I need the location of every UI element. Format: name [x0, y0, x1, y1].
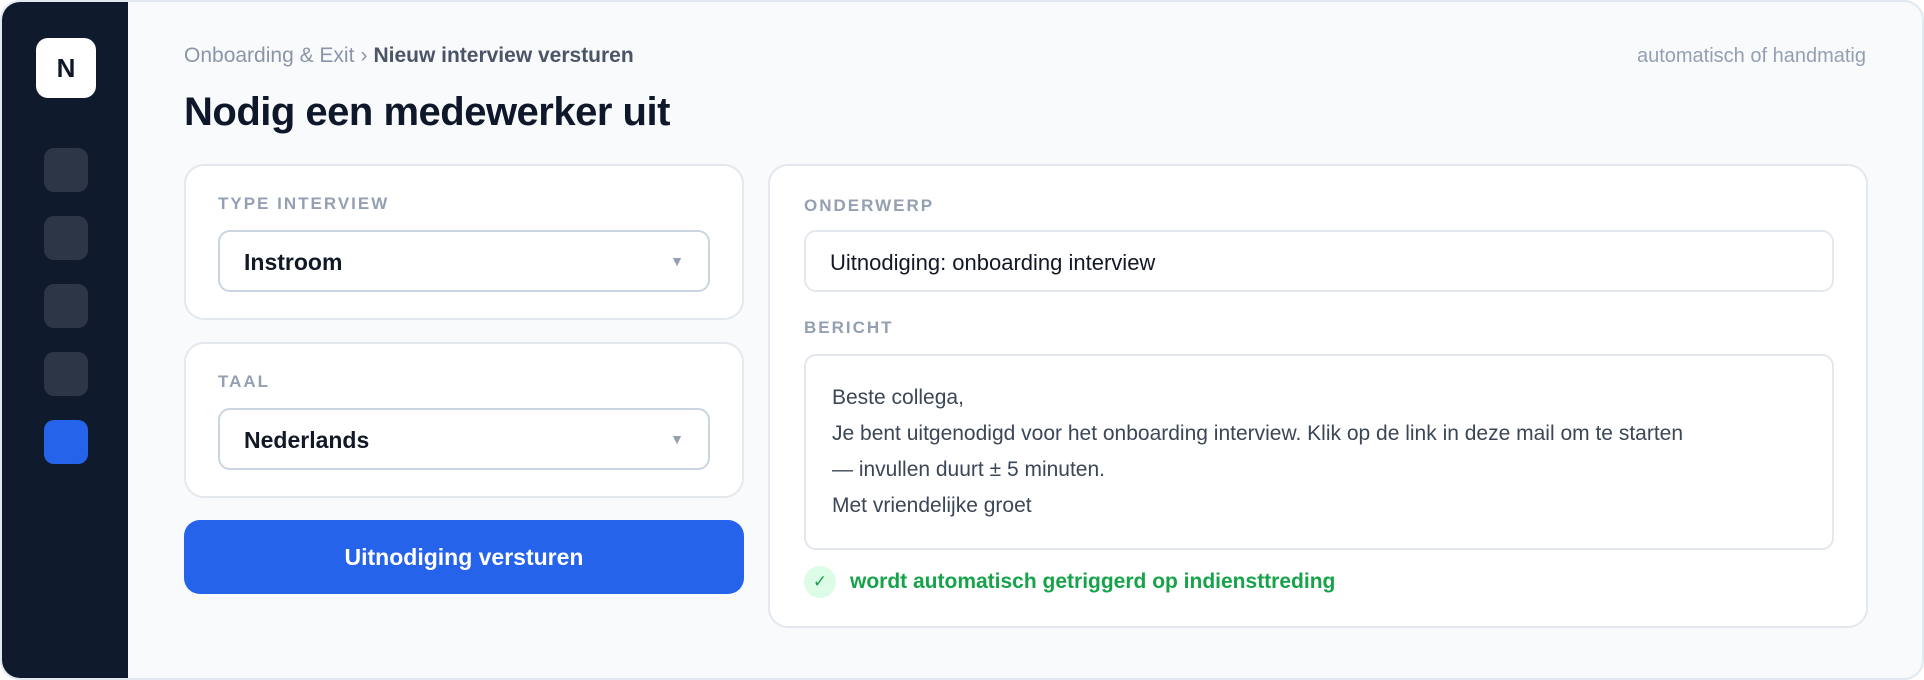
- message-body-textarea[interactable]: Beste collega, Je bent uitgenodigd voor …: [804, 354, 1834, 550]
- breadcrumb-parent[interactable]: Onboarding & Exit: [184, 44, 354, 67]
- sidebar-item-active[interactable]: [44, 420, 88, 464]
- breadcrumb: Onboarding & Exit › Nieuw interview verstu…: [184, 44, 634, 68]
- status-text: wordt automatisch getriggerd op indienst…: [850, 570, 1336, 593]
- breadcrumb-separator: ›: [360, 44, 368, 67]
- subject-input[interactable]: Uitnodiging: onboarding interview: [804, 230, 1834, 292]
- page-title: Nodig een medewerker uit: [184, 90, 670, 134]
- chevron-down-icon: ▼: [670, 431, 684, 447]
- message-card: Onderwerp Uitnodiging: onboarding interv…: [768, 164, 1868, 628]
- language-card: Taal Nederlands ▼: [184, 342, 744, 498]
- sidebar: N: [2, 2, 128, 678]
- body-line: Je bent uitgenodigd voor het onboarding …: [832, 422, 1684, 445]
- sidebar-item-4[interactable]: [44, 352, 88, 396]
- body-line: Met vriendelijke groet: [832, 494, 1032, 517]
- body-line: Beste collega,: [832, 386, 964, 409]
- interview-type-value: Instroom: [244, 249, 343, 275]
- language-value: Nederlands: [244, 427, 370, 453]
- check-icon: ✓: [804, 566, 836, 598]
- subject-value: Uitnodiging: onboarding interview: [830, 250, 1156, 275]
- language-label: Taal: [218, 372, 271, 391]
- chevron-down-icon: ▼: [670, 253, 684, 269]
- subject-label: Onderwerp: [804, 196, 935, 215]
- app-window: N Onboarding & Exit › Nieuw interview vers…: [0, 0, 1924, 680]
- mode-hint: automatisch of handmatig: [1636, 45, 1866, 67]
- sidebar-item-2[interactable]: [44, 216, 88, 260]
- send-invitation-button[interactable]: Uitnodiging versturen: [184, 520, 744, 594]
- app-logo[interactable]: N: [36, 38, 96, 98]
- auto-trigger-status: ✓ wordt automatisch getriggerd op indien…: [804, 566, 1335, 598]
- sidebar-item-3[interactable]: [44, 284, 88, 328]
- sidebar-item-1[interactable]: [44, 148, 88, 192]
- interview-type-label: Type interview: [218, 194, 390, 213]
- interview-type-card: Type interview Instroom ▼: [184, 164, 744, 320]
- interview-type-select[interactable]: Instroom ▼: [218, 230, 710, 292]
- body-label: Bericht: [804, 318, 894, 337]
- language-select[interactable]: Nederlands ▼: [218, 408, 710, 470]
- body-line: — invullen duurt ± 5 minuten.: [832, 458, 1105, 481]
- breadcrumb-current: Nieuw interview versturen: [373, 44, 634, 67]
